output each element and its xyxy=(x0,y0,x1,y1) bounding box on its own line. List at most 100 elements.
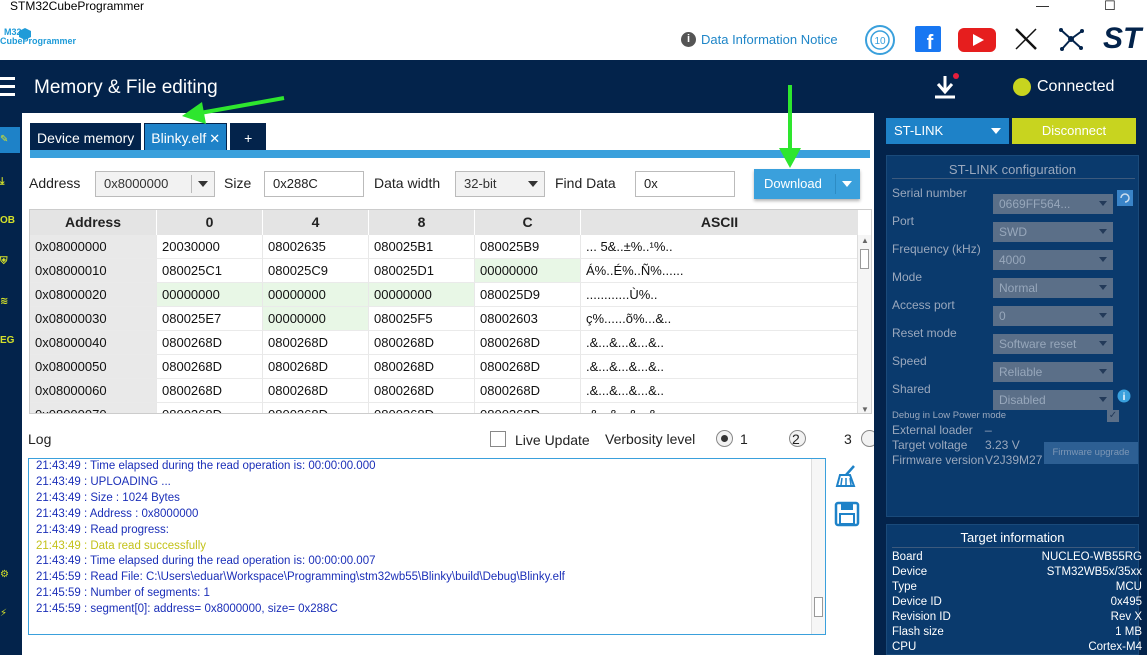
column-header[interactable]: 4 xyxy=(263,210,369,235)
ascii-cell[interactable]: .&...&...&...&.. xyxy=(581,379,859,403)
debug-low-power-checkbox[interactable]: ✓ xyxy=(1107,410,1119,422)
config-select[interactable]: Normal xyxy=(993,278,1113,298)
tab-device-memory[interactable]: Device memory xyxy=(30,123,142,151)
data-cell[interactable]: 080025C9 xyxy=(263,259,369,283)
sidebar-wireless-icon[interactable]: ≋ xyxy=(0,289,20,315)
data-cell[interactable]: 0800268D xyxy=(475,355,581,379)
data-cell[interactable]: 0800268D xyxy=(157,331,263,355)
data-width-select[interactable]: 32-bit xyxy=(455,171,545,197)
table-row[interactable]: 0x08000040 0800268D 0800268D 0800268D 080026… xyxy=(30,331,859,355)
sidebar-swv-icon[interactable]: ⚡ xyxy=(0,601,20,627)
scroll-down-icon[interactable]: ▼ xyxy=(861,405,869,413)
ascii-cell[interactable]: .&...&...&...&.. xyxy=(581,355,859,379)
verbosity-radio-1[interactable] xyxy=(716,430,733,447)
data-cell[interactable]: 0800268D xyxy=(263,379,369,403)
refresh-icon[interactable] xyxy=(1117,190,1133,206)
table-row[interactable]: 0x080000700800268D0800268D0800268D080026… xyxy=(30,403,859,413)
download-firmware-icon[interactable] xyxy=(932,72,962,102)
x-twitter-icon[interactable] xyxy=(1013,26,1039,52)
minimize-button[interactable]: — xyxy=(1036,0,1049,13)
youtube-icon[interactable] xyxy=(958,28,996,52)
firmware-upgrade-button[interactable]: Firmware upgrade xyxy=(1044,442,1138,464)
table-scrollbar[interactable]: ▲ ▼ xyxy=(857,235,871,413)
address-combo[interactable]: 0x8000000 xyxy=(95,171,215,197)
tab-blinky-elf[interactable]: Blinky.elf ✕ xyxy=(144,123,228,151)
download-button[interactable]: Download xyxy=(754,169,860,199)
data-cell[interactable]: 0800268D xyxy=(263,331,369,355)
data-cell[interactable]: 00000000 xyxy=(263,283,369,307)
data-cell[interactable]: 0800268D xyxy=(263,403,369,413)
info-icon[interactable]: i xyxy=(1117,389,1131,403)
column-header[interactable]: 8 xyxy=(369,210,475,235)
probe-select[interactable]: ST-LINK xyxy=(886,118,1009,144)
config-select[interactable]: 0669FF564... xyxy=(993,194,1113,214)
ascii-cell[interactable]: ç%......õ%...&.. xyxy=(581,307,859,331)
data-cell[interactable]: 08002603 xyxy=(475,307,581,331)
data-cell[interactable]: 080025C1 xyxy=(157,259,263,283)
data-cell[interactable]: 080025E7 xyxy=(157,307,263,331)
network-hub-icon[interactable] xyxy=(1058,26,1084,52)
data-cell[interactable]: 20030000 xyxy=(157,235,263,259)
scrollbar-thumb[interactable] xyxy=(814,597,823,617)
anniversary-badge-icon[interactable]: 10 xyxy=(864,24,896,56)
ascii-cell[interactable]: ............Ù%.. xyxy=(581,283,859,307)
column-header[interactable]: Address xyxy=(30,210,157,235)
size-input[interactable]: 0x288C xyxy=(264,171,364,197)
config-select[interactable]: SWD xyxy=(993,222,1113,242)
data-cell[interactable]: 0800268D xyxy=(369,403,475,413)
scrollbar-thumb[interactable] xyxy=(860,249,869,269)
find-data-input[interactable]: 0x xyxy=(635,171,735,197)
log-output[interactable]: 21:43:49 : Time elapsed during the read … xyxy=(28,458,826,635)
data-cell[interactable]: 080025D9 xyxy=(475,283,581,307)
data-cell[interactable]: 080025D1 xyxy=(369,259,475,283)
table-row[interactable]: 0x08000020 00000000 00000000 00000000 080025… xyxy=(30,283,859,307)
clear-log-broom-icon[interactable] xyxy=(834,463,860,489)
data-cell[interactable]: 0800268D xyxy=(369,331,475,355)
save-log-icon[interactable] xyxy=(834,501,860,527)
live-update-checkbox[interactable] xyxy=(490,431,506,447)
data-cell[interactable]: 080025B1 xyxy=(369,235,475,259)
chevron-down-icon[interactable] xyxy=(842,181,852,187)
maximize-button[interactable]: ☐ xyxy=(1104,0,1116,14)
data-cell[interactable]: 0800268D xyxy=(157,355,263,379)
data-cell[interactable]: 080025F5 xyxy=(369,307,475,331)
config-select[interactable]: Software reset xyxy=(993,334,1113,354)
data-cell[interactable]: 00000000 xyxy=(369,283,475,307)
data-cell[interactable]: 08002635 xyxy=(263,235,369,259)
data-cell[interactable]: 0800268D xyxy=(369,379,475,403)
data-cell[interactable]: 00000000 xyxy=(263,307,369,331)
config-select[interactable]: Disabled xyxy=(993,390,1113,410)
sidebar-security-icon[interactable]: ⛨ xyxy=(0,249,20,275)
disconnect-button[interactable]: Disconnect xyxy=(1012,118,1136,144)
table-row[interactable]: 0x08000050 0800268D 0800268D 0800268D 080026… xyxy=(30,355,859,379)
data-cell[interactable]: 0800268D xyxy=(369,355,475,379)
data-cell[interactable]: 0800268D xyxy=(475,331,581,355)
column-header[interactable]: 0 xyxy=(157,210,263,235)
sidebar-cpu-icon[interactable]: ⚙ xyxy=(0,562,20,588)
table-row[interactable]: 0x08000060 0800268D 0800268D 0800268D 080026… xyxy=(30,379,859,403)
hamburger-menu-icon[interactable] xyxy=(0,77,15,101)
data-cell[interactable]: 0800268D xyxy=(157,403,263,413)
table-row[interactable]: 0x08000010 080025C1 080025C9 080025D1 000000… xyxy=(30,259,859,283)
data-cell[interactable]: 080025B9 xyxy=(475,235,581,259)
config-select[interactable]: 4000 xyxy=(993,250,1113,270)
data-cell[interactable]: 0800268D xyxy=(475,403,581,413)
add-tab-button[interactable]: + xyxy=(230,123,267,151)
table-row[interactable]: 0x08000000 20030000 08002635 080025B1 080025… xyxy=(30,235,859,259)
ascii-cell[interactable]: ... 5&..±%..¹%.. xyxy=(581,235,859,259)
column-header[interactable]: ASCII xyxy=(581,210,859,235)
data-information-notice-link[interactable]: i Data Information Notice xyxy=(681,32,838,47)
sidebar-registers-icon[interactable]: EG xyxy=(0,328,20,354)
config-select[interactable]: 0 xyxy=(993,306,1113,326)
sidebar-option-bytes-icon[interactable]: OB xyxy=(0,208,20,234)
data-cell[interactable]: 00000000 xyxy=(157,283,263,307)
sidebar-erase-programming-icon[interactable]: ⤓ xyxy=(0,169,20,195)
data-cell[interactable]: 0800268D xyxy=(263,355,369,379)
config-select[interactable]: Reliable xyxy=(993,362,1113,382)
data-cell[interactable]: 0800268D xyxy=(157,379,263,403)
ascii-cell[interactable]: .&...&...&...&.. xyxy=(581,331,859,355)
data-cell[interactable]: 0800268D xyxy=(475,379,581,403)
close-tab-icon[interactable]: ✕ xyxy=(209,131,220,146)
sidebar-memory-editing-icon[interactable]: ✎ xyxy=(0,127,20,153)
table-row[interactable]: 0x08000030 080025E7 00000000 080025F5 080026… xyxy=(30,307,859,331)
